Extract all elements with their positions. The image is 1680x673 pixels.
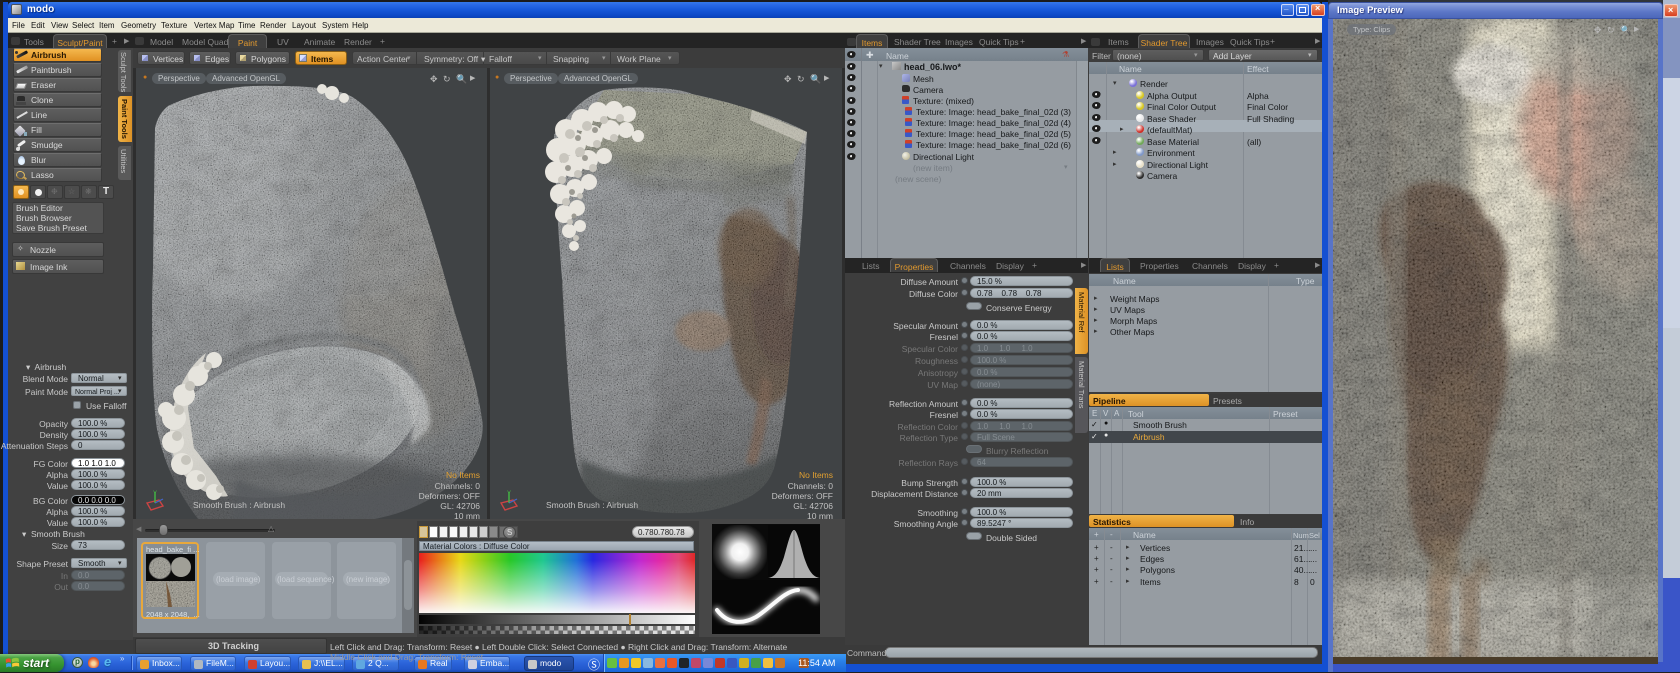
svg-text:Y: Y (153, 491, 157, 497)
svg-text:Y: Y (507, 491, 511, 497)
